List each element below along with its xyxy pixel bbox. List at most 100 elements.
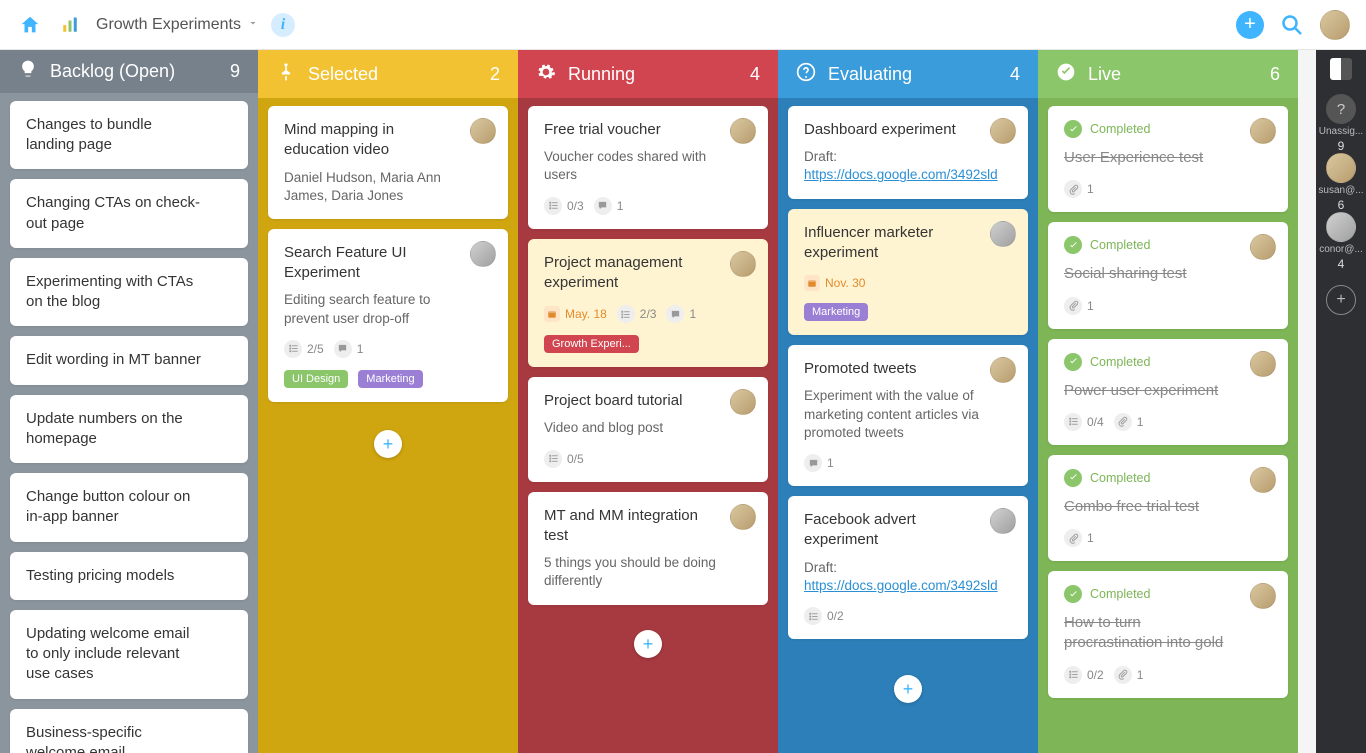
board: Backlog (Open) 9 Changes to bundle landing… [0, 50, 1316, 753]
card[interactable]: CompletedSocial sharing test1 [1048, 222, 1288, 328]
cards-list: CompletedUser Experience test1CompletedS… [1038, 98, 1298, 748]
cards-list: Dashboard experimentDraft: https://docs.… [778, 98, 1038, 689]
sidebar-item[interactable]: ?Unassig...9 [1318, 94, 1363, 153]
card[interactable]: Search Feature UI ExperimentEditing sear… [268, 229, 508, 402]
card-meta: 0/5 [544, 450, 752, 468]
card[interactable]: CompletedCombo free trial test1 [1048, 455, 1288, 561]
card-avatar[interactable] [730, 504, 756, 530]
card-link[interactable]: https://docs.google.com/3492sld [804, 167, 998, 182]
card-avatar[interactable] [470, 118, 496, 144]
card-checklist: 2/3 [617, 305, 657, 323]
card[interactable]: Dashboard experimentDraft: https://docs.… [788, 106, 1028, 199]
card-tag[interactable]: Marketing [358, 370, 422, 388]
card-avatar[interactable] [990, 508, 1016, 534]
card[interactable]: CompletedUser Experience test1 [1048, 106, 1288, 212]
sidebar-item[interactable]: conor@...4 [1318, 212, 1363, 271]
sidebar-item-label: conor@... [1319, 244, 1363, 255]
card[interactable]: CompletedHow to turn procrastination int… [1048, 571, 1288, 698]
column-evaluating: Evaluating4 Dashboard experimentDraft: ht… [778, 50, 1038, 753]
column-running: Running4 Free trial voucherVoucher codes … [518, 50, 778, 753]
card[interactable]: Promoted tweetsExperiment with the value… [788, 345, 1028, 486]
card[interactable]: Changes to bundle landing page [10, 101, 248, 170]
card-subtitle: Daniel Hudson, Maria Ann James, Daria Jo… [284, 169, 492, 205]
card[interactable]: Free trial voucherVoucher codes shared w… [528, 106, 768, 229]
card-title: Change button colour on in-app banner [26, 487, 232, 528]
card-avatar[interactable] [990, 118, 1016, 144]
card[interactable]: Edit wording in MT banner [10, 336, 248, 384]
card[interactable]: Changing CTAs on check-out page [10, 179, 248, 248]
card[interactable]: Project management experimentMay. 182/31… [528, 239, 768, 368]
add-card-button[interactable]: + [634, 630, 662, 658]
add-card-button[interactable]: + [894, 675, 922, 703]
column-selected: Selected2 Mind mapping in education video… [258, 50, 518, 753]
card-title: Promoted tweets [804, 359, 1012, 379]
card-avatar[interactable] [470, 241, 496, 267]
card-title: Search Feature UI Experiment [284, 243, 492, 284]
column-header[interactable]: Running4 [518, 50, 778, 98]
card-avatar[interactable] [990, 221, 1016, 247]
column-header[interactable]: Live6 [1038, 50, 1298, 98]
card[interactable]: Change button colour on in-app banner [10, 473, 248, 542]
card-avatar[interactable] [1250, 583, 1276, 609]
card-tag[interactable]: UI Design [284, 370, 348, 388]
card-title: Mind mapping in education video [284, 120, 492, 161]
card-title: Changing CTAs on check-out page [26, 193, 232, 234]
home-icon[interactable] [16, 11, 44, 39]
card-avatar[interactable] [730, 251, 756, 277]
card-avatar[interactable] [1250, 118, 1276, 144]
card-title: Combo free trial test [1064, 497, 1272, 517]
completed-badge: Completed [1064, 236, 1272, 254]
card-avatar[interactable] [1250, 467, 1276, 493]
card[interactable]: Project board tutorialVideo and blog pos… [528, 377, 768, 481]
card-comments: 1 [334, 340, 364, 358]
check-icon [1064, 353, 1082, 371]
sidebar-avatar [1326, 212, 1356, 242]
card[interactable]: Influencer marketer experimentNov. 30Mar… [788, 209, 1028, 336]
column-title: Backlog (Open) [50, 61, 175, 82]
card-avatar[interactable] [730, 389, 756, 415]
card-tag[interactable]: Growth Experi... [544, 335, 639, 353]
card-attachments: 1 [1064, 529, 1094, 547]
card[interactable]: MT and MM integration test5 things you s… [528, 492, 768, 605]
column-count: 9 [230, 61, 240, 82]
card[interactable]: Testing pricing models [10, 552, 248, 600]
card[interactable]: Experimenting with CTAs on the blog [10, 258, 248, 327]
card-comments: 1 [804, 454, 834, 472]
card-meta: 0/2 [804, 607, 1012, 625]
column-count: 6 [1270, 64, 1280, 85]
card-title: Project board tutorial [544, 391, 752, 411]
info-icon[interactable]: i [271, 13, 295, 37]
user-avatar[interactable] [1320, 10, 1350, 40]
column-header[interactable]: Selected2 [258, 50, 518, 98]
card-link[interactable]: https://docs.google.com/3492sld [804, 578, 998, 593]
card-title: User Experience test [1064, 148, 1272, 168]
search-icon[interactable] [1278, 11, 1306, 39]
column-header[interactable]: Backlog (Open) 9 [0, 50, 258, 93]
panel-toggle[interactable] [1330, 58, 1352, 80]
card-avatar[interactable] [1250, 351, 1276, 377]
card-meta: Nov. 30 [804, 275, 1012, 291]
card-avatar[interactable] [730, 118, 756, 144]
board-name-dropdown[interactable]: Growth Experiments [96, 16, 259, 34]
card-avatar[interactable] [990, 357, 1016, 383]
card-tag[interactable]: Marketing [804, 303, 868, 321]
card[interactable]: Facebook advert experimentDraft: https:/… [788, 496, 1028, 639]
card-date: Nov. 30 [804, 275, 865, 291]
sidebar-item-count: 6 [1338, 198, 1345, 212]
column-header[interactable]: Evaluating4 [778, 50, 1038, 98]
card[interactable]: Update numbers on the homepage [10, 395, 248, 464]
add-button[interactable]: + [1236, 11, 1264, 39]
card[interactable]: Updating welcome email to only include r… [10, 610, 248, 699]
board-name-label: Growth Experiments [96, 16, 241, 34]
add-card-button[interactable]: + [374, 430, 402, 458]
sidebar-item[interactable]: susan@...6 [1318, 153, 1363, 212]
card[interactable]: Business-specific welcome email [10, 709, 248, 753]
chart-icon[interactable] [56, 11, 84, 39]
card[interactable]: CompletedPower user experiment0/41 [1048, 339, 1288, 445]
sidebar-add-button[interactable]: + [1326, 285, 1356, 315]
card-avatar[interactable] [1250, 234, 1276, 260]
card[interactable]: Mind mapping in education video Daniel Hu… [268, 106, 508, 219]
card-date: May. 18 [544, 306, 607, 322]
card-meta: 1 [1064, 529, 1272, 547]
chevron-down-icon [247, 16, 259, 34]
